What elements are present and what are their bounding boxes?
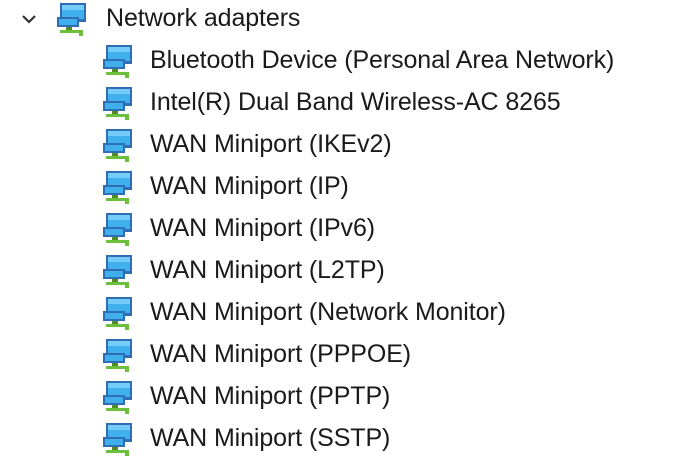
network-adapter-icon bbox=[98, 168, 138, 204]
network-adapter-icon bbox=[98, 42, 138, 78]
device-label: WAN Miniport (L2TP) bbox=[150, 256, 385, 284]
device-label: WAN Miniport (IP) bbox=[150, 172, 349, 200]
tree-item-device[interactable]: WAN Miniport (L2TP) bbox=[0, 252, 681, 288]
tree-item-device[interactable]: WAN Miniport (PPPOE) bbox=[0, 336, 681, 372]
network-adapter-icon bbox=[98, 294, 138, 330]
tree-item-device[interactable]: WAN Miniport (Network Monitor) bbox=[0, 294, 681, 330]
tree-item-device[interactable]: WAN Miniport (IPv6) bbox=[0, 210, 681, 246]
category-label: Network adapters bbox=[106, 4, 301, 32]
tree-item-device[interactable]: WAN Miniport (SSTP) bbox=[0, 420, 681, 456]
network-adapter-icon bbox=[98, 378, 138, 414]
tree-item-device[interactable]: WAN Miniport (PPTP) bbox=[0, 378, 681, 414]
network-adapter-icon bbox=[98, 252, 138, 288]
network-adapter-icon bbox=[98, 126, 138, 162]
device-label: WAN Miniport (PPPOE) bbox=[150, 340, 412, 368]
device-label: WAN Miniport (Network Monitor) bbox=[150, 298, 506, 326]
device-label: WAN Miniport (IKEv2) bbox=[150, 130, 392, 158]
device-label: Bluetooth Device (Personal Area Network) bbox=[150, 46, 615, 74]
chevron-down-icon[interactable] bbox=[18, 8, 40, 30]
device-label: Intel(R) Dual Band Wireless-AC 8265 bbox=[150, 88, 561, 116]
tree-item-device[interactable]: Intel(R) Dual Band Wireless-AC 8265 bbox=[0, 84, 681, 120]
network-adapter-icon bbox=[98, 84, 138, 120]
network-adapter-icon bbox=[98, 336, 138, 372]
network-adapter-icon bbox=[52, 0, 92, 36]
device-label: WAN Miniport (IPv6) bbox=[150, 214, 375, 242]
tree-item-device[interactable]: WAN Miniport (IP) bbox=[0, 168, 681, 204]
device-tree: Network adapters Bluetooth Device (Perso… bbox=[0, 0, 681, 469]
network-adapter-icon bbox=[98, 210, 138, 246]
tree-category-network-adapters[interactable]: Network adapters bbox=[0, 0, 400, 36]
device-label: WAN Miniport (SSTP) bbox=[150, 424, 391, 452]
tree-item-device[interactable]: WAN Miniport (IKEv2) bbox=[0, 126, 681, 162]
device-label: WAN Miniport (PPTP) bbox=[150, 382, 391, 410]
network-adapter-icon bbox=[98, 420, 138, 456]
tree-item-device[interactable]: Bluetooth Device (Personal Area Network) bbox=[0, 42, 681, 78]
